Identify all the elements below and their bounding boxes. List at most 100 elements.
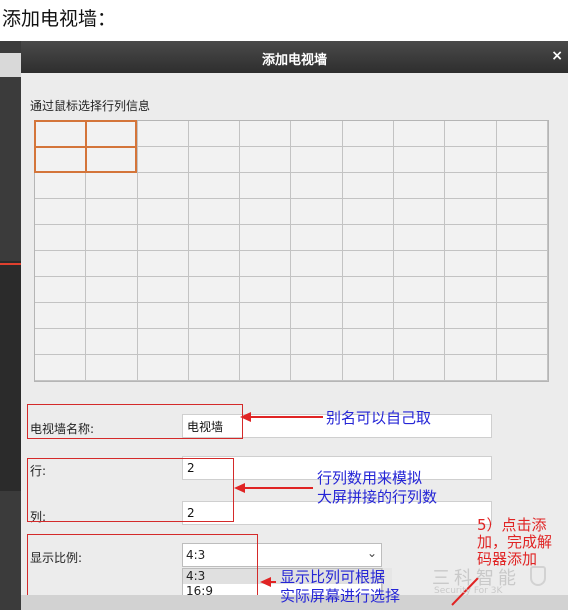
grid-cell[interactable] <box>35 225 87 251</box>
grid-cell[interactable] <box>86 121 138 147</box>
grid-cell[interactable] <box>342 173 395 199</box>
ratio-select[interactable]: 4:3 ⌄ <box>182 543 382 567</box>
grid-cell[interactable] <box>240 303 292 329</box>
grid-cell[interactable] <box>291 147 343 173</box>
grid-cell[interactable] <box>35 147 87 173</box>
grid-cell[interactable] <box>188 225 241 251</box>
grid-cell[interactable] <box>445 173 497 199</box>
grid-cell[interactable] <box>86 303 138 329</box>
grid-cell[interactable] <box>342 303 395 329</box>
grid-cell[interactable] <box>35 277 87 303</box>
grid-cell[interactable] <box>86 147 138 173</box>
grid-cell[interactable] <box>240 121 292 147</box>
grid-cell[interactable] <box>342 355 395 381</box>
grid-cell[interactable] <box>445 277 497 303</box>
grid-cell[interactable] <box>137 173 189 199</box>
grid-cell[interactable] <box>240 147 292 173</box>
grid-cell[interactable] <box>188 147 241 173</box>
grid-cell[interactable] <box>86 173 138 199</box>
grid-cell[interactable] <box>188 121 241 147</box>
grid-cell[interactable] <box>137 147 189 173</box>
grid-cell[interactable] <box>496 147 548 173</box>
grid-cell[interactable] <box>240 225 292 251</box>
grid-cell[interactable] <box>240 355 292 381</box>
grid-cell[interactable] <box>240 329 292 355</box>
grid-cell[interactable] <box>137 303 189 329</box>
grid-cell[interactable] <box>240 199 292 225</box>
grid-cell[interactable] <box>394 303 446 329</box>
grid-cell[interactable] <box>240 251 292 277</box>
grid-cell[interactable] <box>496 173 548 199</box>
grid-cell[interactable] <box>496 199 548 225</box>
grid-cell[interactable] <box>394 355 446 381</box>
grid-cell[interactable] <box>137 329 189 355</box>
grid-cell[interactable] <box>35 199 87 225</box>
grid-cell[interactable] <box>137 251 189 277</box>
grid-cell[interactable] <box>188 303 241 329</box>
grid-cell[interactable] <box>445 225 497 251</box>
grid-cell[interactable] <box>291 329 343 355</box>
grid-cell[interactable] <box>35 303 87 329</box>
grid-cell[interactable] <box>291 173 343 199</box>
grid-cell[interactable] <box>86 277 138 303</box>
grid-cell[interactable] <box>291 303 343 329</box>
grid-cell[interactable] <box>342 329 395 355</box>
grid-cell[interactable] <box>86 251 138 277</box>
grid-cell[interactable] <box>394 225 446 251</box>
grid-cell[interactable] <box>496 225 548 251</box>
grid-cell[interactable] <box>445 329 497 355</box>
grid-cell[interactable] <box>394 121 446 147</box>
grid-cell[interactable] <box>445 251 497 277</box>
grid-cell[interactable] <box>188 355 241 381</box>
grid-cell[interactable] <box>35 173 87 199</box>
grid-cell[interactable] <box>137 199 189 225</box>
grid-cell[interactable] <box>445 355 497 381</box>
grid-cell[interactable] <box>291 121 343 147</box>
grid-cell[interactable] <box>35 251 87 277</box>
wall-grid[interactable] <box>34 120 549 382</box>
grid-cell[interactable] <box>394 277 446 303</box>
grid-cell[interactable] <box>291 199 343 225</box>
grid-cell[interactable] <box>35 121 87 147</box>
grid-cell[interactable] <box>291 251 343 277</box>
grid-cell[interactable] <box>188 329 241 355</box>
grid-cell[interactable] <box>291 225 343 251</box>
grid-cell[interactable] <box>188 251 241 277</box>
grid-cell[interactable] <box>342 147 395 173</box>
grid-cell[interactable] <box>394 173 446 199</box>
grid-cell[interactable] <box>496 251 548 277</box>
grid-cell[interactable] <box>496 121 548 147</box>
grid-cell[interactable] <box>496 355 548 381</box>
grid-cell[interactable] <box>86 199 138 225</box>
grid-cell[interactable] <box>394 147 446 173</box>
grid-cell[interactable] <box>342 277 395 303</box>
grid-cell[interactable] <box>188 199 241 225</box>
grid-cell[interactable] <box>342 251 395 277</box>
grid-cell[interactable] <box>342 225 395 251</box>
grid-cell[interactable] <box>35 329 87 355</box>
grid-cell[interactable] <box>137 225 189 251</box>
grid-cell[interactable] <box>496 277 548 303</box>
grid-cell[interactable] <box>394 199 446 225</box>
grid-cell[interactable] <box>496 303 548 329</box>
grid-cell[interactable] <box>86 329 138 355</box>
close-icon[interactable]: × <box>551 48 563 64</box>
grid-cell[interactable] <box>394 251 446 277</box>
grid-cell[interactable] <box>137 121 189 147</box>
grid-cell[interactable] <box>445 303 497 329</box>
grid-cell[interactable] <box>445 199 497 225</box>
grid-cell[interactable] <box>86 225 138 251</box>
grid-cell[interactable] <box>445 147 497 173</box>
grid-cell[interactable] <box>240 173 292 199</box>
chevron-down-icon[interactable]: ⌄ <box>367 546 377 560</box>
grid-cell[interactable] <box>188 173 241 199</box>
grid-cell[interactable] <box>445 121 497 147</box>
grid-cell[interactable] <box>342 199 395 225</box>
grid-cell[interactable] <box>291 277 343 303</box>
grid-cell[interactable] <box>240 277 292 303</box>
grid-cell[interactable] <box>496 329 548 355</box>
grid-cell[interactable] <box>86 355 138 381</box>
grid-cell[interactable] <box>35 355 87 381</box>
grid-cell[interactable] <box>342 121 395 147</box>
grid-cell[interactable] <box>137 355 189 381</box>
